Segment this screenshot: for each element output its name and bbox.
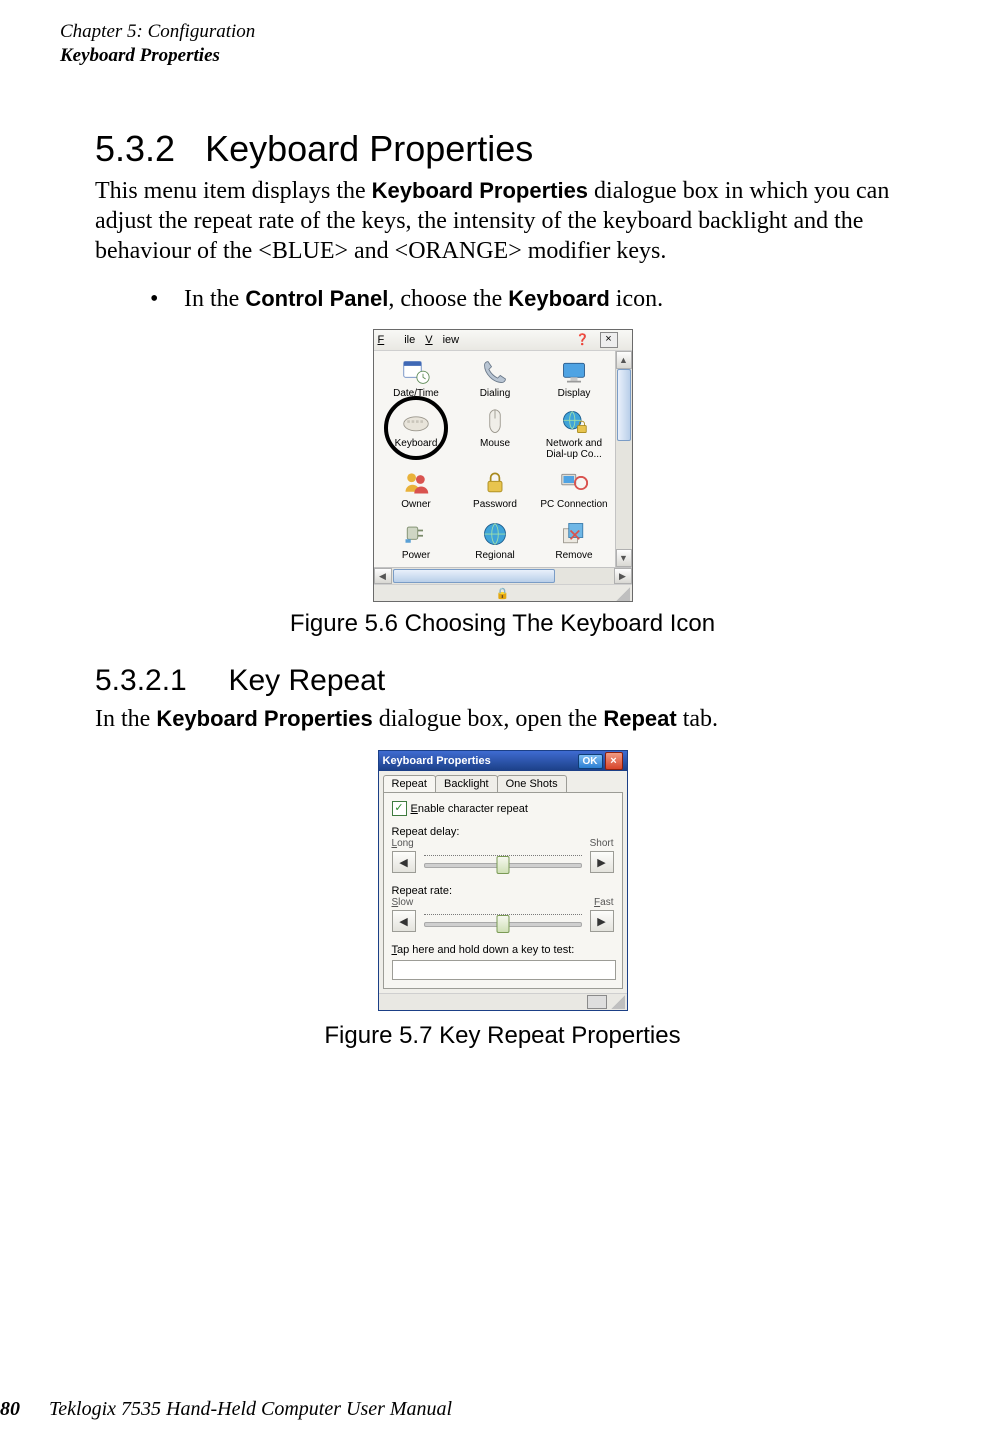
cp-item-power[interactable]: Power: [378, 519, 455, 562]
figure-5-7-caption: Figure 5.7 Key Repeat Properties: [60, 1022, 945, 1050]
cp-item-dialing[interactable]: Dialing: [457, 357, 534, 400]
tab-one-shots[interactable]: One Shots: [497, 775, 567, 792]
remove-programs-icon: [557, 519, 591, 549]
delay-slider[interactable]: [420, 852, 586, 872]
test-input[interactable]: [392, 960, 616, 980]
window-title: Keyboard Properties: [383, 755, 578, 767]
phone-icon: [478, 357, 512, 387]
section-heading: 5.3.2 Keyboard Properties: [95, 128, 945, 170]
rate-increase-button[interactable]: ▶: [590, 910, 614, 932]
lock-status-icon: 🔒: [496, 587, 510, 600]
people-icon: [399, 468, 433, 498]
cp-item-network[interactable]: Network and Dial-up Co...: [536, 407, 613, 460]
vertical-scrollbar[interactable]: ▲ ▼: [615, 351, 632, 568]
scroll-left-arrow-icon[interactable]: ◀: [374, 568, 392, 584]
display-icon: [557, 357, 591, 387]
page-number: 80: [0, 1398, 20, 1420]
tabs-row: Repeat Backlight One Shots: [379, 771, 627, 792]
rate-left-label: Slow: [392, 897, 414, 908]
scroll-down-arrow-icon[interactable]: ▼: [616, 549, 632, 567]
delay-increase-button[interactable]: ▶: [590, 851, 614, 873]
header-chapter: Chapter 5: Configuration: [60, 20, 945, 44]
control-panel-window: File View ❓ × Date/Time: [373, 329, 633, 603]
subsection-title: Key Repeat: [228, 664, 385, 697]
ok-button[interactable]: OK: [578, 754, 603, 769]
tab-repeat[interactable]: Repeat: [383, 775, 436, 792]
globe-icon: [478, 519, 512, 549]
cp-item-keyboard[interactable]: Keyboard: [378, 407, 455, 460]
delay-right-label: Short: [590, 838, 614, 849]
cp-item-owner[interactable]: Owner: [378, 468, 455, 511]
sip-keyboard-icon[interactable]: [587, 995, 607, 1009]
subsection-number: 5.3.2.1: [95, 664, 187, 697]
pc-connection-icon: [557, 468, 591, 498]
section-intro: This menu item displays the Keyboard Pro…: [95, 176, 945, 266]
section-title: Keyboard Properties: [205, 128, 533, 169]
scroll-right-arrow-icon[interactable]: ▶: [614, 568, 632, 584]
power-plug-icon: [399, 519, 433, 549]
keyboard-properties-titlebar: Keyboard Properties OK ×: [379, 751, 627, 771]
control-panel-statusbar: 🔒: [374, 584, 632, 601]
mouse-icon: [478, 407, 512, 437]
cp-item-regional[interactable]: Regional: [457, 519, 534, 562]
menu-file[interactable]: File: [378, 334, 416, 346]
figure-5-6-caption: Figure 5.6 Choosing The Keyboard Icon: [60, 610, 945, 638]
resize-grip-icon[interactable]: [616, 587, 630, 601]
repeat-delay-label: Repeat delay:: [392, 826, 614, 838]
scroll-thumb[interactable]: [617, 369, 631, 441]
slider-thumb-icon[interactable]: [496, 856, 509, 874]
rate-slider[interactable]: [420, 911, 586, 931]
close-button[interactable]: ×: [605, 752, 623, 770]
cp-item-remove[interactable]: Remove: [536, 519, 613, 562]
test-label: Tap here and hold down a key to test:: [392, 944, 614, 956]
header-topic: Keyboard Properties: [60, 44, 945, 68]
footer-text: Teklogix 7535 Hand-Held Computer User Ma…: [49, 1398, 452, 1420]
enable-repeat-label: Enable character repeat: [411, 803, 528, 815]
enable-repeat-checkbox[interactable]: ✓ Enable character repeat: [392, 801, 614, 816]
slider-thumb-icon[interactable]: [496, 915, 509, 933]
scroll-up-arrow-icon[interactable]: ▲: [616, 351, 632, 369]
rate-right-label: Fast: [594, 897, 613, 908]
section-number: 5.3.2: [95, 128, 175, 169]
page-footer: 80 Teklogix 7535 Hand-Held Computer User…: [0, 1398, 452, 1421]
tab-backlight[interactable]: Backlight: [435, 775, 498, 792]
hscroll-thumb[interactable]: [393, 569, 555, 583]
delay-left-label: Long: [392, 838, 414, 849]
cp-item-display[interactable]: Display: [536, 357, 613, 400]
menu-view[interactable]: View: [425, 334, 459, 346]
resize-grip-icon[interactable]: [611, 995, 625, 1009]
subsection-text: In the Keyboard Properties dialogue box,…: [95, 704, 945, 734]
cp-item-datetime[interactable]: Date/Time: [378, 357, 455, 400]
close-button[interactable]: ×: [600, 332, 618, 348]
globe-lock-icon: [557, 407, 591, 437]
horizontal-scrollbar[interactable]: ◀ ▶: [374, 567, 632, 584]
keyboard-icon: [399, 407, 433, 437]
rate-decrease-button[interactable]: ◀: [392, 910, 416, 932]
repeat-rate-label: Repeat rate:: [392, 885, 614, 897]
keyboard-properties-window: Keyboard Properties OK × Repeat Backligh…: [378, 750, 628, 1011]
cp-item-password[interactable]: Password: [457, 468, 534, 511]
control-panel-menubar: File View ❓ ×: [374, 330, 632, 351]
subsection-heading: 5.3.2.1 Key Repeat: [95, 664, 945, 698]
delay-decrease-button[interactable]: ◀: [392, 851, 416, 873]
keyboard-properties-statusbar: [379, 993, 627, 1010]
cp-item-pcconn[interactable]: PC Connection: [536, 468, 613, 511]
bullet-control-panel: In the Control Panel, choose the Keyboar…: [150, 286, 945, 313]
lock-icon: [478, 468, 512, 498]
help-icon[interactable]: ❓: [576, 333, 590, 346]
checkmark-icon: ✓: [392, 801, 407, 816]
calendar-clock-icon: [399, 357, 433, 387]
cp-item-mouse[interactable]: Mouse: [457, 407, 534, 460]
